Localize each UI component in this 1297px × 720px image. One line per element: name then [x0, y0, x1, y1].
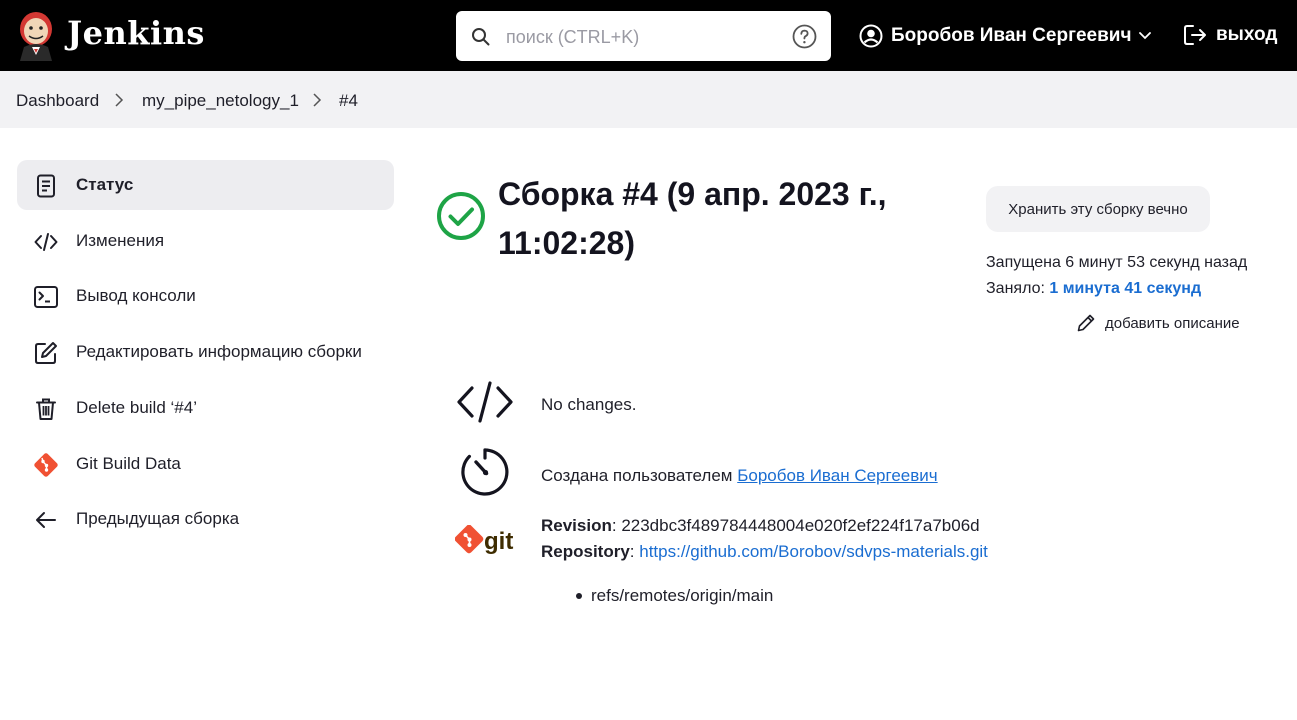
timer-icon — [461, 448, 509, 496]
git-repository-label: Repository — [541, 542, 630, 561]
git-logo-icon: git — [455, 525, 513, 555]
sidebar-item-label: Статус — [76, 175, 134, 194]
git-repository: Repository: https://github.com/Borobov/s… — [541, 542, 988, 561]
sidebar-item-label: Delete build ‘#4’ — [76, 398, 197, 417]
build-duration: Заняло: 1 минута 41 секунд — [986, 280, 1201, 298]
user-name[interactable]: Боробов Иван Сергеевич — [891, 25, 1132, 47]
success-check-icon — [437, 192, 485, 240]
build-cause: Создана пользователем Боробов Иван Серге… — [541, 466, 938, 486]
edit-icon — [35, 342, 57, 364]
git-revision-value: 223dbc3f489784448004e020f2ef224f17a7b06d — [621, 516, 980, 535]
document-icon — [37, 174, 55, 198]
user-menu[interactable]: Боробов Иван Сергеевич — [859, 22, 1160, 50]
logout-link[interactable]: выход — [1183, 23, 1277, 47]
build-cause-prefix: Создана пользователем — [541, 466, 733, 485]
chevron-right-icon — [115, 93, 124, 107]
breadcrumb-item-build[interactable]: #4 — [339, 91, 358, 111]
sidebar-item-label: Git Build Data — [76, 454, 181, 473]
add-description-link[interactable]: добавить описание — [1076, 313, 1240, 333]
sidebar-item-label: Редактировать информацию сборки — [76, 342, 362, 361]
code-icon — [457, 381, 513, 423]
jenkins-logo-icon[interactable] — [14, 9, 58, 61]
sidebar-item-edit-build-info[interactable]: Редактировать информацию сборки — [17, 327, 394, 377]
search-box[interactable] — [456, 11, 831, 61]
git-repository-link[interactable]: https://github.com/Borobov/sdvps-materia… — [639, 542, 988, 561]
keep-build-forever-button[interactable]: Хранить эту сборку вечно — [986, 186, 1210, 232]
chevron-right-icon — [313, 93, 322, 107]
breadcrumb: Dashboard my_pipe_netology_1 #4 — [0, 71, 1297, 128]
build-started-text: Запущена 6 минут 53 секунд назад — [986, 254, 1248, 271]
search-input[interactable] — [506, 23, 776, 51]
help-icon[interactable] — [792, 24, 817, 49]
sidebar-item-changes[interactable]: Изменения — [17, 216, 394, 266]
logout-label[interactable]: выход — [1216, 24, 1277, 46]
build-duration-link[interactable]: 1 минута 41 секунд — [1049, 280, 1201, 297]
changes-text: No changes. — [541, 395, 637, 414]
git-revision-label: Revision — [541, 516, 612, 535]
code-icon — [34, 233, 58, 251]
sidebar-item-delete-build[interactable]: Delete build ‘#4’ — [17, 383, 394, 433]
pencil-icon — [1077, 314, 1095, 332]
breadcrumb-item-job[interactable]: my_pipe_netology_1 — [142, 91, 299, 111]
sidebar-item-label: Предыдущая сборка — [76, 509, 240, 528]
build-cause-user-link[interactable]: Боробов Иван Сергеевич — [737, 466, 937, 485]
git-icon — [34, 453, 58, 477]
top-header: Jenkins Боробов Иван Сергеевич выход — [0, 0, 1297, 71]
sidebar-item-status[interactable]: Статус — [17, 160, 394, 210]
brand-name[interactable]: Jenkins — [67, 14, 205, 52]
terminal-icon — [34, 286, 58, 308]
sidebar-item-git-build-data[interactable]: Git Build Data — [17, 439, 394, 489]
sidebar-item-previous-build[interactable]: Предыдущая сборка — [17, 494, 394, 544]
git-logo-text: git — [484, 528, 513, 555]
trash-icon — [36, 398, 56, 420]
page-title: Сборка #4 (9 апр. 2023 г., 11:02:28) — [498, 176, 887, 261]
chevron-down-icon[interactable] — [1138, 31, 1152, 41]
arrow-left-icon — [36, 512, 56, 528]
sidebar-item-label: Изменения — [76, 231, 165, 250]
search-icon — [472, 28, 490, 46]
bullet — [576, 593, 582, 599]
breadcrumb-item-dashboard[interactable]: Dashboard — [16, 91, 99, 111]
sidebar-item-console[interactable]: Вывод консоли — [17, 271, 394, 321]
git-branch-name: refs/remotes/origin/main — [591, 586, 774, 605]
git-revision: Revision: 223dbc3f489784448004e020f2ef22… — [541, 516, 980, 535]
user-avatar-icon — [859, 24, 883, 48]
git-branch-item: refs/remotes/origin/main — [576, 586, 773, 606]
logout-icon — [1184, 25, 1206, 45]
sidebar-item-label: Вывод консоли — [76, 286, 196, 305]
add-description-label[interactable]: добавить описание — [1105, 315, 1240, 332]
build-duration-label: Заняло: — [986, 280, 1045, 297]
